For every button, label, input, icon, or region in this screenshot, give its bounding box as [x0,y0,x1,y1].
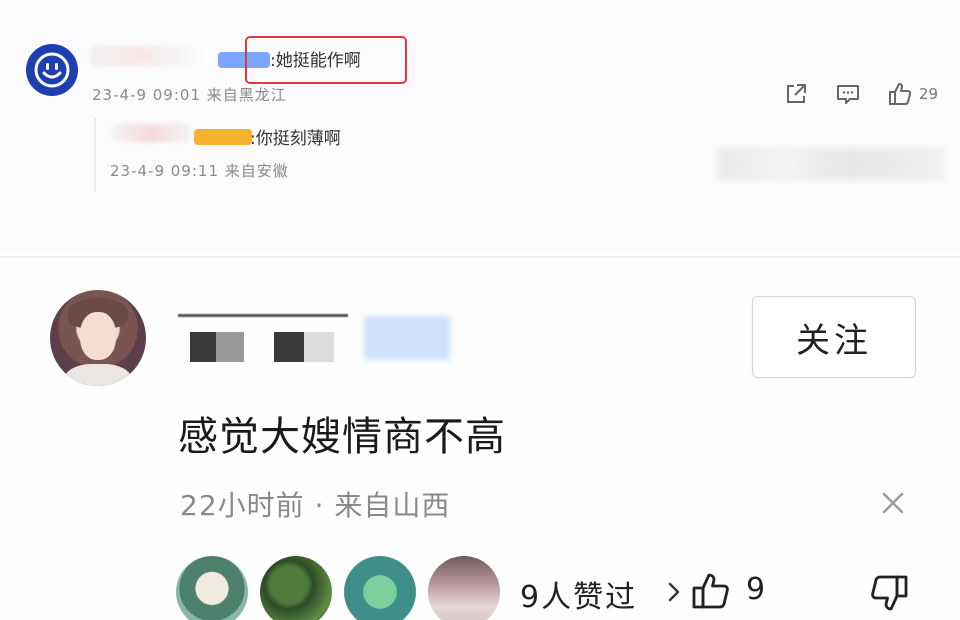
share-icon[interactable] [783,81,809,107]
reply-indent-line [94,118,96,192]
comment-icon[interactable] [835,81,861,107]
censor-block [304,332,334,362]
redacted-region [718,148,944,180]
reply-meta: 23-4-9 09:11 来自安徽 [110,162,289,180]
reply-username-redacted [112,124,190,142]
avatar-face [80,312,116,360]
chevron-right-icon[interactable] [668,582,680,602]
likers-summary[interactable]: 9人赞过 [520,572,637,616]
censor-block [190,332,216,362]
top-like-count: 29 [918,85,938,103]
top-comment-meta: 23-4-9 09:01 来自黑龙江 [92,86,287,104]
thumb-up-icon[interactable] [690,570,732,612]
censor-block [216,332,244,362]
thumb-up-icon [888,83,912,105]
censor-block [274,332,304,362]
top-comment-actions: 29 [783,80,938,108]
divider [0,256,960,258]
avatar[interactable] [26,44,78,96]
reply-level-badge [194,129,252,145]
close-icon[interactable] [876,486,910,520]
follow-button[interactable]: 关注 [752,296,916,378]
smiley-avatar-icon [34,52,70,88]
liker-avatar[interactable] [344,556,416,620]
liker-avatar[interactable] [428,556,500,620]
reply-thread: :她挺能作啊 23-4-9 09:01 来自黑龙江 29:你挺刻薄啊 23-4… [0,0,960,250]
liker-avatar[interactable] [176,556,248,620]
censor-block [364,316,450,360]
reply-text: :你挺刻薄啊 [250,129,341,149]
comment-body: 感觉大嫂情商不高 [178,414,506,460]
avatar-shirt [64,364,132,386]
comment-meta: 22小时前 · 来自山西 [180,489,451,522]
liker-avatar[interactable] [260,556,332,620]
comment-screen: :她挺能作啊 23-4-9 09:01 来自黑龙江 29:你挺刻薄啊 23-4… [0,0,960,620]
commenter-name-redacted[interactable] [178,314,458,364]
name-fragment [178,314,348,331]
commenter-avatar[interactable] [50,290,146,386]
top-like-button[interactable]: 29 [887,81,938,107]
highlight-annotation-box [245,36,407,84]
username-redacted [90,46,210,66]
thumb-down-icon[interactable] [866,572,910,616]
like-count: 9 [746,572,766,607]
